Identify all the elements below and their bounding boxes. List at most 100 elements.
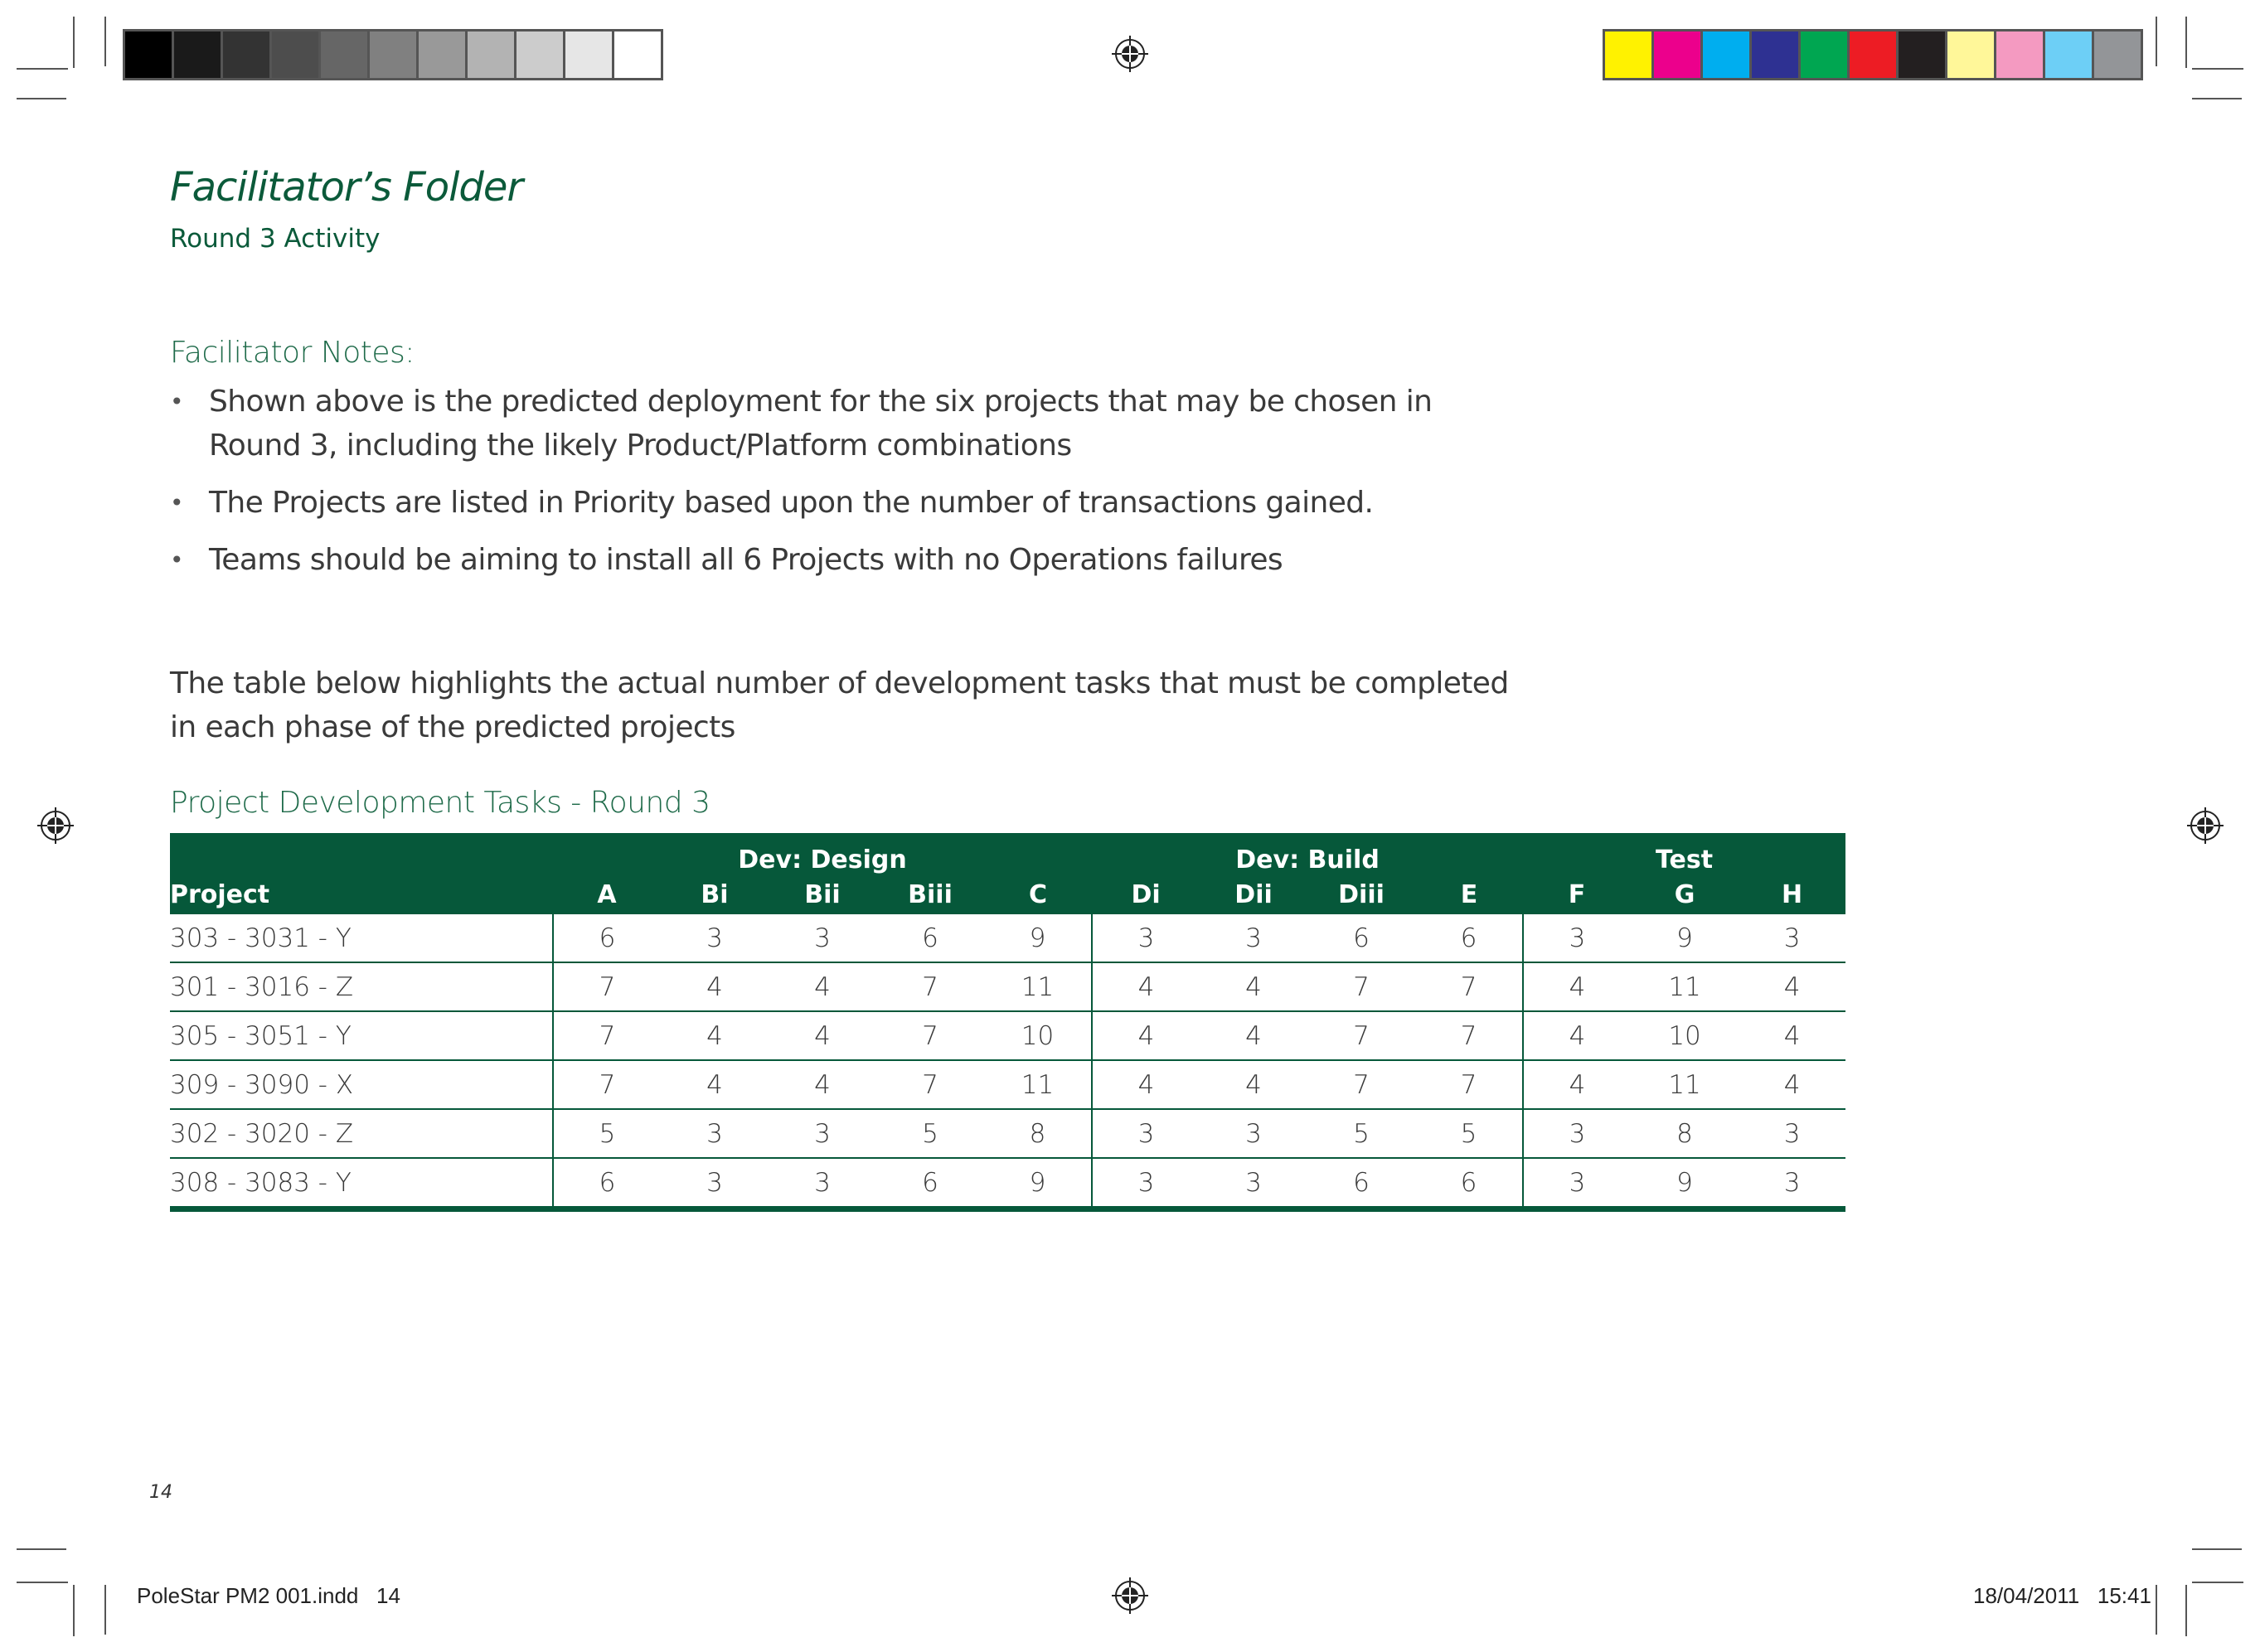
color-swatch — [1996, 31, 2045, 78]
task-count-cell: 8 — [984, 1109, 1094, 1159]
task-count-cell: 4 — [1523, 1060, 1632, 1110]
color-swatch — [517, 31, 565, 78]
task-count-cell: 3 — [661, 1109, 769, 1159]
crop-mark — [104, 17, 106, 66]
task-count-cell: 3 — [769, 1109, 876, 1159]
column-header: C — [984, 874, 1093, 914]
task-count-cell: 3 — [661, 914, 769, 963]
page-subtitle: Round 3 Activity — [170, 224, 381, 254]
crop-mark — [2185, 17, 2187, 68]
column-header: G — [1631, 874, 1739, 914]
table-row: 302 - 3020 - Z533583355383 — [170, 1109, 1846, 1159]
list-item: • Shown above is the predicted deployment… — [170, 380, 1513, 468]
column-header: F — [1523, 874, 1632, 914]
color-swatch — [174, 31, 223, 78]
color-swatch — [1654, 31, 1703, 78]
task-count-cell: 7 — [1415, 1060, 1525, 1110]
column-header: Dii — [1200, 874, 1308, 914]
notes-list: • Shown above is the predicted deployment… — [170, 380, 1513, 582]
task-count-cell: 9 — [1631, 914, 1739, 963]
task-count-cell: 9 — [984, 914, 1094, 963]
task-count-cell: 9 — [1631, 1158, 1739, 1212]
group-header-test: Test — [1523, 833, 1846, 874]
task-count-cell: 4 — [769, 1060, 876, 1110]
color-swatch — [1947, 31, 1996, 78]
registration-mark-icon — [2187, 807, 2224, 844]
task-count-cell: 4 — [1523, 962, 1632, 1012]
task-count-cell: 5 — [553, 1109, 661, 1159]
notes-list-container: • Shown above is the predicted deployment… — [170, 380, 1513, 595]
column-header: A — [553, 874, 661, 914]
task-count-cell: 7 — [553, 1060, 661, 1110]
slug-file-info: PoleStar PM2 001.indd 14 — [137, 1583, 400, 1608]
color-swatch — [1899, 31, 1947, 78]
grayscale-color-bar — [123, 29, 663, 80]
task-count-cell: 3 — [1523, 1109, 1632, 1159]
task-count-cell: 6 — [553, 1158, 661, 1212]
crop-mark — [2156, 17, 2157, 66]
color-swatch — [468, 31, 517, 78]
task-count-cell: 4 — [661, 1011, 769, 1061]
task-count-cell: 7 — [876, 1060, 984, 1110]
column-header: E — [1415, 874, 1524, 914]
task-count-cell: 5 — [876, 1109, 984, 1159]
task-count-cell: 7 — [1307, 1011, 1416, 1061]
task-count-cell: 3 — [661, 1158, 769, 1212]
task-count-cell: 3 — [1739, 914, 1846, 963]
process-color-bar — [1603, 29, 2143, 80]
column-header: Diii — [1307, 874, 1416, 914]
task-count-cell: 4 — [769, 1011, 876, 1061]
project-cell: 309 - 3090 - X — [170, 1060, 554, 1110]
task-count-cell: 3 — [1200, 1109, 1308, 1159]
task-count-cell: 7 — [876, 962, 984, 1012]
color-swatch — [223, 31, 272, 78]
task-count-cell: 5 — [1307, 1109, 1416, 1159]
column-header: H — [1739, 874, 1846, 914]
column-header: Di — [1092, 874, 1200, 914]
task-count-cell: 6 — [553, 914, 661, 963]
crop-mark — [2192, 68, 2243, 70]
color-swatch — [1605, 31, 1654, 78]
list-item: • Teams should be aiming to install all 6… — [170, 538, 1513, 582]
color-swatch — [614, 31, 661, 78]
project-cell: 301 - 3016 - Z — [170, 962, 554, 1012]
task-count-cell: 7 — [1415, 962, 1525, 1012]
table-title: Project Development Tasks - Round 3 — [170, 786, 710, 820]
task-count-cell: 3 — [1739, 1109, 1846, 1159]
color-swatch — [272, 31, 321, 78]
task-count-cell: 4 — [1739, 1060, 1846, 1110]
task-count-cell: 4 — [1200, 962, 1308, 1012]
color-swatch — [1850, 31, 1899, 78]
crop-mark — [2192, 1582, 2243, 1583]
color-swatch — [1752, 31, 1801, 78]
task-count-cell: 4 — [1739, 1011, 1846, 1061]
project-cell: 303 - 3031 - Y — [170, 914, 554, 963]
task-count-cell: 11 — [1631, 962, 1739, 1012]
crop-mark — [2192, 98, 2242, 99]
table-row: 301 - 3016 - Z 7 4 4 7 11 4 4 7 7 4 11 4 — [170, 962, 1846, 1012]
task-count-cell: 4 — [1092, 1060, 1200, 1110]
project-cell: 308 - 3083 - Y — [170, 1158, 554, 1212]
task-count-cell: 8 — [1631, 1109, 1739, 1159]
task-count-cell: 3 — [1092, 1158, 1200, 1212]
notes-heading: Facilitator Notes: — [170, 336, 415, 370]
task-count-cell: 6 — [876, 914, 984, 963]
task-count-cell: 3 — [1739, 1158, 1846, 1212]
task-count-cell: 7 — [553, 962, 661, 1012]
task-count-cell: 6 — [876, 1158, 984, 1212]
task-count-cell: 5 — [1415, 1109, 1525, 1159]
project-cell: 305 - 3051 - Y — [170, 1011, 554, 1061]
task-count-cell: 11 — [1631, 1060, 1739, 1110]
color-swatch — [125, 31, 174, 78]
crop-mark — [73, 1585, 75, 1636]
task-count-cell: 4 — [1739, 962, 1846, 1012]
table-row: 309 - 3090 - X 7 4 4 7 11 4 4 7 7 4 11 4 — [170, 1060, 1846, 1110]
project-tasks-table: Project Dev: Design Dev: Build Test A Bi B… — [170, 833, 1846, 1212]
table-row: 303 - 3031 - Y633693366393 — [170, 914, 1846, 963]
task-count-cell: 4 — [1200, 1060, 1308, 1110]
crop-mark — [17, 1548, 66, 1550]
task-count-cell: 6 — [1415, 914, 1525, 963]
group-header-build: Dev: Build — [1092, 833, 1524, 874]
bullet-icon: • — [170, 388, 184, 415]
registration-mark-icon — [1112, 36, 1148, 72]
